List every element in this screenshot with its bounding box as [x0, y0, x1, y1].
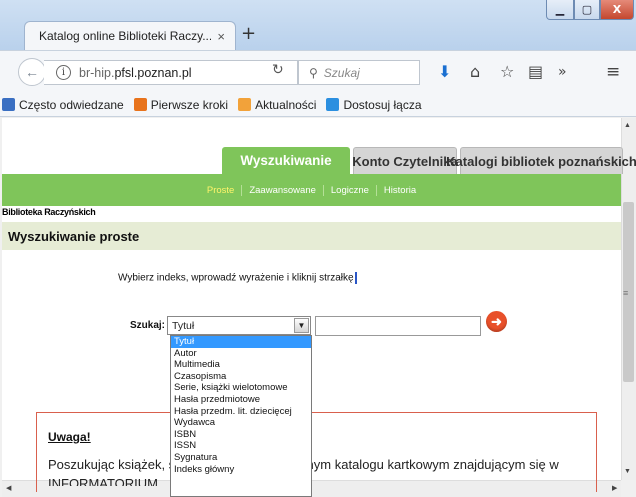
bookmark-folder-icon — [2, 98, 15, 111]
search-mode-subnav: Proste Zaawansowane Logiczne Historia — [2, 174, 621, 206]
bookmark-czesto-odwiedzane[interactable]: Często odwiedzane — [2, 98, 124, 112]
dropdown-option[interactable]: Hasła przedm. lit. dziecięcej — [171, 406, 311, 418]
tab-close-icon[interactable]: × — [217, 29, 225, 44]
scroll-right-icon[interactable]: ▶ — [612, 484, 617, 492]
search-instruction: Wybierz indeks, wprowadź wyrażenie i kli… — [118, 272, 357, 284]
subnav-zaawansowane[interactable]: Zaawansowane — [241, 184, 323, 196]
dropdown-option[interactable]: Czasopisma — [171, 371, 311, 383]
hamburger-menu-icon[interactable]: ≡ — [606, 62, 620, 82]
bookmark-aktualnosci[interactable]: Aktualności — [238, 98, 316, 112]
reading-list-icon[interactable]: ▤ — [528, 62, 543, 81]
dropdown-option[interactable]: Multimedia — [171, 359, 311, 371]
dropdown-option[interactable]: Hasła przedmiotowe — [171, 394, 311, 406]
dropdown-option[interactable]: Tytuł — [171, 336, 311, 348]
index-select-value: Tytuł — [172, 319, 195, 332]
dropdown-option[interactable]: Indeks główny — [171, 464, 311, 476]
search-icon: ⚲ — [309, 65, 318, 80]
index-select[interactable]: Tytuł ▼ — [167, 316, 311, 335]
bookmark-dostosuj-lacza[interactable]: Dostosuj łącza — [326, 98, 422, 112]
windows-icon — [326, 98, 340, 111]
minimize-button[interactable]: ▁ — [546, 0, 574, 20]
library-name: Biblioteka Raczyńskich — [2, 207, 96, 217]
browser-search-input[interactable]: ⚲ Szukaj — [298, 60, 420, 85]
new-tab-button[interactable]: + — [241, 23, 256, 44]
download-icon[interactable]: ⬇ — [438, 62, 451, 81]
tab-konto-czytelnika[interactable]: Konto Czytelnika — [352, 147, 458, 174]
home-icon[interactable]: ⌂ — [470, 62, 480, 81]
section-title: Wyszukiwanie proste — [2, 222, 621, 250]
bookmark-star-icon[interactable]: ☆ — [500, 62, 514, 81]
subnav-logiczne[interactable]: Logiczne — [322, 184, 376, 196]
tab-katalogi-bibliotek[interactable]: Katalogi bibliotek poznańskich — [446, 147, 636, 174]
scroll-left-icon[interactable]: ◀ — [6, 484, 11, 492]
scroll-grip-icon: ≡ — [623, 288, 629, 298]
dropdown-option[interactable]: ISSN — [171, 440, 311, 452]
reload-icon[interactable]: ↻ — [272, 62, 284, 78]
notice-text-line2: INFORMATORIUM — [48, 476, 159, 486]
dropdown-option[interactable]: ISBN — [171, 429, 311, 441]
notice-title: Uwaga! — [48, 430, 91, 444]
info-icon[interactable]: i — [56, 65, 71, 80]
close-window-button[interactable]: X — [600, 0, 634, 20]
tab-title: Katalog online Biblioteki Raczy... — [39, 29, 212, 43]
dropdown-option[interactable]: Serie, książki wielotomowe — [171, 382, 311, 394]
url-bar[interactable]: i br-hip. pfsl.poznan.pl — [44, 60, 298, 85]
bookmark-pierwsze-kroki[interactable]: Pierwsze kroki — [133, 98, 228, 112]
bookmarks-bar: Często odwiedzane Pierwsze kroki Aktualn… — [0, 93, 636, 117]
maximize-button[interactable]: ▢ — [574, 0, 600, 20]
search-placeholder: Szukaj — [323, 65, 360, 80]
overflow-chevron-icon[interactable]: » — [558, 64, 567, 80]
index-dropdown-list[interactable]: Tytuł Autor Multimedia Czasopisma Serie,… — [170, 335, 312, 497]
chevron-down-icon[interactable]: ▼ — [294, 318, 309, 333]
search-query-input[interactable] — [315, 316, 481, 336]
tab-wyszukiwanie[interactable]: Wyszukiwanie — [222, 147, 350, 174]
rss-icon — [238, 98, 252, 111]
dropdown-option[interactable]: Wydawca — [171, 417, 311, 429]
scroll-down-icon[interactable]: ▼ — [624, 468, 631, 475]
dropdown-option[interactable]: Sygnatura — [171, 452, 311, 464]
subnav-historia[interactable]: Historia — [375, 184, 423, 196]
scroll-up-icon[interactable]: ▲ — [624, 122, 631, 129]
text-cursor — [354, 272, 357, 284]
firefox-icon — [133, 98, 147, 111]
url-host: pfsl.poznan.pl — [114, 65, 192, 80]
dropdown-option[interactable]: Autor — [171, 348, 311, 360]
subnav-proste[interactable]: Proste — [200, 185, 241, 196]
browser-tab[interactable]: Katalog online Biblioteki Raczy... × — [24, 21, 236, 50]
back-arrow-icon[interactable]: ← — [18, 58, 46, 86]
url-prefix: br-hip. — [79, 65, 115, 80]
search-label: Szukaj: — [130, 320, 166, 331]
search-go-arrow-icon[interactable]: ➜ — [486, 311, 507, 332]
